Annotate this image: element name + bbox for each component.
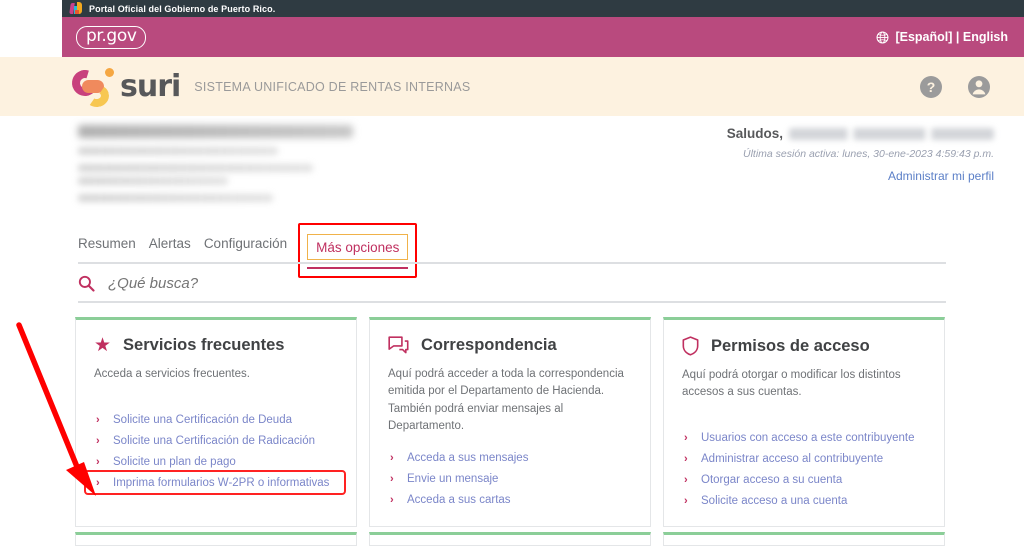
- list-item[interactable]: › Solicite un plan de pago: [94, 451, 340, 472]
- active-tab-underline: [307, 267, 408, 270]
- pr-gov-flag-icon: [70, 2, 83, 15]
- prgov-header-bar: pr.gov [Español] | English: [62, 17, 1024, 57]
- link-label: Usuarios con acceso a este contribuyente: [701, 432, 915, 444]
- search-row[interactable]: [78, 274, 946, 301]
- list-item[interactable]: › Solicite una Certificación de Deuda: [94, 409, 340, 430]
- language-selector[interactable]: [Español] | English: [876, 30, 1008, 44]
- card-header: Permisos de acceso: [682, 336, 928, 356]
- cards-grid-row-2: [75, 532, 947, 546]
- card-correspondencia: Correspondencia Aquí podrá acceder a tod…: [369, 317, 651, 527]
- taxpayer-detail-redacted: [78, 164, 313, 172]
- language-selector-label: [Español] | English: [895, 30, 1008, 44]
- chevron-right-icon: ›: [390, 473, 397, 485]
- link-label: Solicite acceso a una cuenta: [701, 495, 847, 507]
- list-item[interactable]: › Acceda a sus cartas: [388, 489, 634, 510]
- chat-bubble-icon: [388, 336, 409, 355]
- tab-mas-opciones-wrapper: Más opciones: [307, 234, 408, 260]
- chevron-right-icon: ›: [684, 432, 691, 444]
- government-bar-text: Portal Oficial del Gobierno de Puerto Ri…: [89, 4, 275, 14]
- globe-icon: [876, 31, 889, 44]
- user-account-icon[interactable]: [968, 76, 990, 98]
- suri-wordmark: suri: [120, 69, 180, 104]
- chevron-right-icon: ›: [390, 452, 397, 464]
- taxpayer-info-panel: [78, 125, 358, 211]
- tab-bar-divider: [78, 262, 946, 264]
- card-description: Aquí podrá otorgar o modificar los disti…: [682, 367, 928, 402]
- list-item[interactable]: › Acceda a sus mensajes: [388, 447, 634, 468]
- suri-s-logo-icon[interactable]: [72, 66, 114, 108]
- greeting-panel: Saludos, Última sesión activa: lunes, 30…: [574, 126, 994, 185]
- card-stub[interactable]: [663, 532, 945, 546]
- tab-bar: Resumen Alertas Configuración Más opcion…: [78, 234, 408, 260]
- chevron-right-icon: ›: [96, 456, 103, 468]
- card-description: Acceda a servicios frecuentes.: [94, 366, 340, 383]
- search-section: [78, 274, 946, 303]
- star-icon: ★: [94, 336, 111, 355]
- card-title: Permisos de acceso: [711, 337, 870, 356]
- user-glyph-icon: [968, 76, 990, 98]
- chevron-right-icon: ›: [96, 477, 103, 489]
- shield-icon: [682, 336, 699, 356]
- taxpayer-detail-redacted: [78, 147, 278, 155]
- list-item[interactable]: › Solicite acceso a una cuenta: [682, 491, 928, 512]
- card-header: Correspondencia: [388, 336, 634, 355]
- card-stub[interactable]: [75, 532, 357, 546]
- taxpayer-detail-redacted: [78, 177, 228, 185]
- list-item[interactable]: › Administrar acceso al contribuyente: [682, 449, 928, 470]
- chevron-right-icon: ›: [96, 414, 103, 426]
- link-label: Imprima formularios W-2PR o informativas: [113, 477, 329, 489]
- question-mark-icon[interactable]: ?: [920, 76, 942, 98]
- card-stub[interactable]: [369, 532, 651, 546]
- suri-banner-icons: ?: [920, 76, 990, 98]
- greeting-row: Saludos,: [574, 126, 994, 141]
- tab-mas-opciones[interactable]: Más opciones: [307, 234, 408, 260]
- greeting-salutation: Saludos,: [727, 126, 783, 141]
- government-top-bar: Portal Oficial del Gobierno de Puerto Ri…: [62, 0, 1024, 17]
- chevron-right-icon: ›: [96, 435, 103, 447]
- search-input[interactable]: [106, 274, 606, 293]
- link-label: Otorgar acceso a su cuenta: [701, 474, 842, 486]
- link-label: Administrar acceso al contribuyente: [701, 453, 883, 465]
- list-item[interactable]: › Usuarios con acceso a este contribuyen…: [682, 428, 928, 449]
- suri-portal-page: Portal Oficial del Gobierno de Puerto Ri…: [0, 0, 1024, 546]
- prgov-logo[interactable]: pr.gov: [76, 26, 146, 49]
- last-session-text: Última sesión activa: lunes, 30-ene-2023…: [574, 148, 994, 160]
- suri-subtitle: SISTEMA UNIFICADO DE RENTAS INTERNAS: [194, 80, 470, 94]
- list-item[interactable]: › Solicite una Certificación de Radicaci…: [94, 430, 340, 451]
- tab-alertas[interactable]: Alertas: [149, 236, 204, 260]
- search-icon[interactable]: [78, 275, 95, 292]
- card-permisos-de-acceso: Permisos de acceso Aquí podrá otorgar o …: [663, 317, 945, 527]
- chevron-right-icon: ›: [390, 494, 397, 506]
- card-servicios-frecuentes: ★ Servicios frecuentes Acceda a servicio…: [75, 317, 357, 527]
- link-label: Solicite una Certificación de Deuda: [113, 414, 292, 426]
- card-links: › Solicite una Certificación de Deuda › …: [94, 409, 340, 493]
- card-title: Correspondencia: [421, 336, 557, 355]
- suri-banner: suri SISTEMA UNIFICADO DE RENTAS INTERNA…: [0, 57, 1024, 116]
- tab-resumen[interactable]: Resumen: [78, 236, 149, 260]
- tab-configuracion[interactable]: Configuración: [204, 236, 300, 260]
- card-links: › Acceda a sus mensajes › Envie un mensa…: [388, 447, 634, 510]
- list-item[interactable]: › Envie un mensaje: [388, 468, 634, 489]
- chevron-right-icon: ›: [684, 474, 691, 486]
- greeting-username-redacted: [789, 128, 994, 140]
- card-links: › Usuarios con acceso a este contribuyen…: [682, 428, 928, 512]
- search-divider: [78, 301, 946, 303]
- list-item-highlighted[interactable]: › Imprima formularios W-2PR o informativ…: [94, 472, 340, 493]
- list-item[interactable]: › Otorgar acceso a su cuenta: [682, 470, 928, 491]
- manage-profile-link[interactable]: Administrar mi perfil: [888, 169, 994, 183]
- taxpayer-name-redacted: [78, 125, 353, 138]
- link-label: Acceda a sus mensajes: [407, 452, 528, 464]
- cards-grid: ★ Servicios frecuentes Acceda a servicio…: [75, 317, 947, 527]
- link-label: Acceda a sus cartas: [407, 494, 511, 506]
- chevron-right-icon: ›: [684, 495, 691, 507]
- card-description: Aquí podrá acceder a toda la corresponde…: [388, 366, 634, 435]
- chevron-right-icon: ›: [684, 453, 691, 465]
- card-header: ★ Servicios frecuentes: [94, 336, 340, 355]
- link-label: Solicite un plan de pago: [113, 456, 236, 468]
- card-title: Servicios frecuentes: [123, 336, 284, 355]
- link-label: Solicite una Certificación de Radicación: [113, 435, 315, 447]
- link-label: Envie un mensaje: [407, 473, 498, 485]
- taxpayer-detail-redacted: [78, 194, 273, 202]
